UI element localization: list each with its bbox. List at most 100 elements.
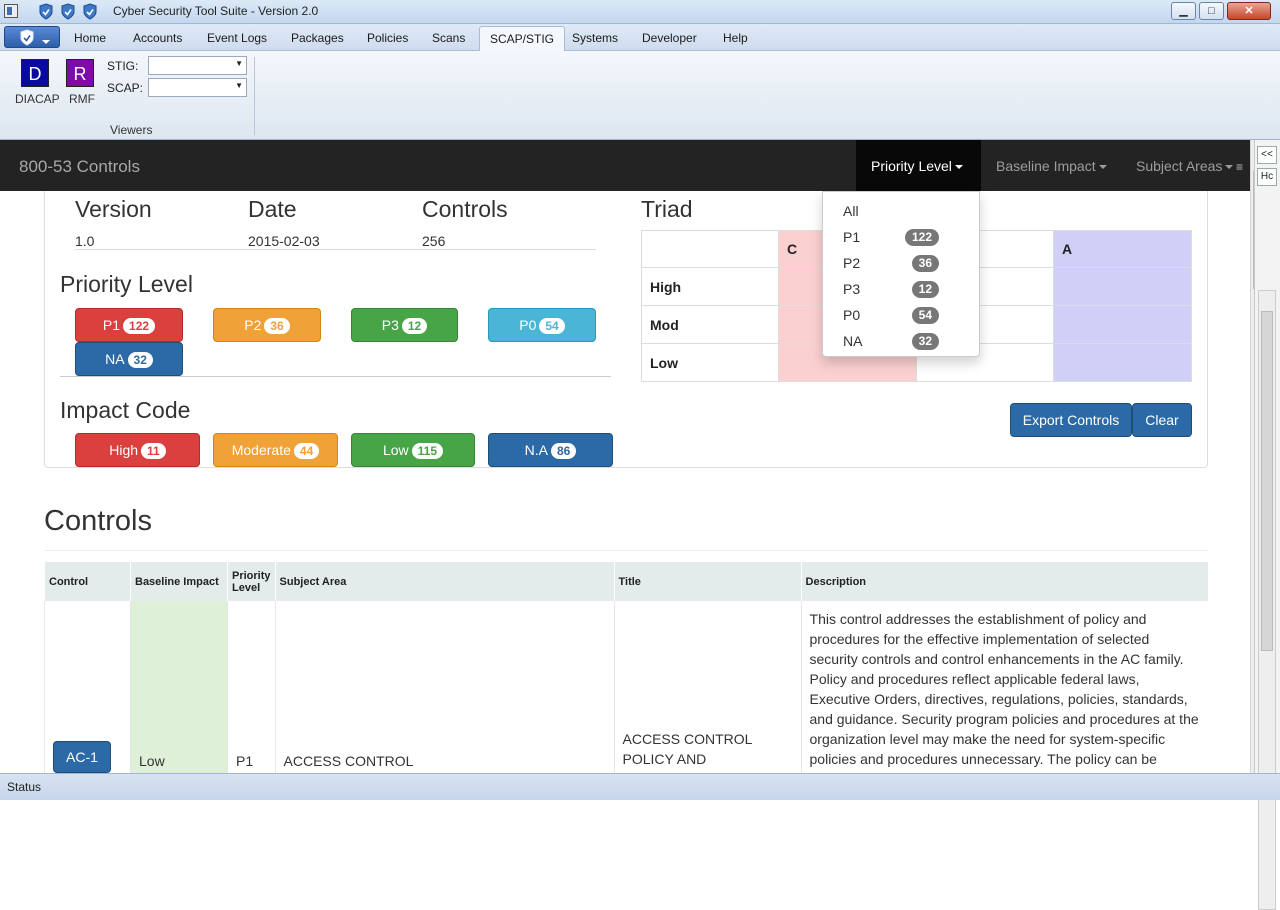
column-header-baseline-impact[interactable]: Baseline Impact: [130, 562, 228, 601]
side-tab[interactable]: Hc: [1257, 168, 1277, 186]
diacap-button[interactable]: D: [21, 59, 49, 87]
maximize-button[interactable]: □: [1199, 2, 1224, 20]
column-header-title[interactable]: Title: [613, 562, 802, 601]
dropdown-item-p0[interactable]: P0 54: [843, 307, 959, 324]
priority-na-button[interactable]: NA 32: [75, 342, 183, 376]
dropdown-item-label: All: [843, 203, 859, 219]
count-badge: 32: [127, 352, 153, 368]
tab-scap-stig[interactable]: SCAP/STIG: [479, 26, 566, 52]
rmf-label: RMF: [69, 92, 95, 106]
stig-combobox[interactable]: ▼: [148, 56, 247, 75]
subject-area-cell: ACCESS CONTROL: [274, 601, 615, 773]
shield-icon[interactable]: [60, 3, 76, 20]
column-header-priority-level[interactable]: Priority Level: [227, 562, 276, 601]
minimize-button[interactable]: ▁: [1171, 2, 1196, 20]
chevron-down-icon: [39, 33, 50, 48]
clear-button[interactable]: Clear: [1132, 403, 1192, 437]
controls-table: Control Baseline Impact Priority Level S…: [44, 562, 1208, 773]
priority-cell: P1: [227, 601, 276, 773]
priority-level-heading: Priority Level: [60, 271, 193, 297]
controls-heading: Controls: [44, 505, 152, 537]
shield-icon[interactable]: [82, 3, 98, 20]
priority-level-menu[interactable]: Priority Level: [856, 140, 981, 191]
triad-heading: Triad: [641, 196, 693, 222]
triad-corner-cell: [641, 230, 779, 268]
tab-packages[interactable]: Packages: [291, 31, 344, 45]
collapse-panel-button[interactable]: <<: [1257, 146, 1277, 164]
table-header-row: Control Baseline Impact Priority Level S…: [44, 562, 1208, 601]
priority-p2-button[interactable]: P2 36: [213, 308, 321, 342]
impact-low-button[interactable]: Low 115: [351, 433, 475, 467]
divider: [44, 550, 1208, 551]
dropdown-item-na[interactable]: NA 32: [843, 333, 959, 350]
priority-p3-button[interactable]: P3 12: [351, 308, 458, 342]
navbar: 800-53 Controls Priority Level Baseline …: [0, 140, 1250, 191]
side-panel: << Hc: [1254, 140, 1280, 910]
window-title: Cyber Security Tool Suite - Version 2.0: [113, 4, 319, 18]
controls-count-value: 256: [422, 233, 446, 249]
version-value: 1.0: [75, 233, 95, 249]
count-badge: 122: [123, 318, 156, 334]
control-id-button[interactable]: AC-1: [53, 741, 111, 773]
tab-event-logs[interactable]: Event Logs: [207, 31, 267, 45]
description-cell: This control addresses the establishment…: [800, 601, 1208, 773]
triad-cell[interactable]: [1053, 267, 1192, 306]
dropdown-item-all[interactable]: All: [843, 203, 859, 219]
count-badge: 54: [911, 307, 939, 324]
priority-p1-button[interactable]: P1 122: [75, 308, 183, 342]
caret-down-icon: [1098, 165, 1107, 170]
column-header-control[interactable]: Control: [44, 562, 131, 601]
tab-policies[interactable]: Policies: [367, 31, 408, 45]
baseline-impact-menu-label: Baseline Impact: [996, 158, 1096, 174]
button-label: N.A: [524, 442, 548, 458]
scap-combobox[interactable]: ▼: [148, 78, 247, 97]
ribbon-separator: [254, 57, 255, 135]
rmf-button[interactable]: R: [66, 59, 94, 87]
priority-p0-button[interactable]: P0 54: [488, 308, 596, 342]
shield-icon[interactable]: [38, 3, 54, 20]
title-bar: Cyber Security Tool Suite - Version 2.0 …: [0, 0, 1280, 24]
tab-developer[interactable]: Developer: [642, 31, 697, 45]
divider: [75, 249, 596, 250]
triad-cell[interactable]: [1053, 305, 1192, 344]
scap-label: SCAP:: [107, 81, 144, 95]
tab-systems[interactable]: Systems: [572, 31, 618, 45]
tab-help[interactable]: Help: [723, 31, 748, 45]
status-text: Status: [7, 780, 42, 794]
triad-cell[interactable]: [1053, 343, 1192, 382]
ribbon: D DIACAP R RMF STIG: ▼ SCAP: ▼ Viewers: [0, 51, 1280, 140]
app-icon: [4, 4, 18, 18]
side-scrollbar[interactable]: [1258, 290, 1276, 910]
tab-scans[interactable]: Scans: [432, 31, 465, 45]
impact-moderate-button[interactable]: Moderate 44: [213, 433, 338, 467]
count-badge: 115: [411, 443, 444, 459]
count-badge: 36: [264, 318, 290, 334]
dropdown-item-p3[interactable]: P3 12: [843, 281, 959, 298]
dropdown-item-p2[interactable]: P2 36: [843, 255, 959, 272]
count-badge: 86: [550, 443, 577, 459]
date-value: 2015-02-03: [248, 233, 320, 249]
baseline-impact-menu[interactable]: Baseline Impact: [996, 140, 1107, 191]
baseline-impact-cell: Low: [130, 601, 228, 773]
column-header-description[interactable]: Description: [800, 562, 1208, 601]
close-button[interactable]: ✕: [1227, 2, 1271, 20]
subject-areas-menu[interactable]: Subject Areas: [1136, 140, 1234, 191]
dropdown-item-p1[interactable]: P1 122: [843, 229, 959, 246]
impact-code-heading: Impact Code: [60, 397, 191, 423]
impact-high-button[interactable]: High 11: [75, 433, 200, 467]
column-header-subject-area[interactable]: Subject Area: [274, 562, 615, 601]
impact-na-button[interactable]: N.A 86: [488, 433, 613, 467]
menu-bar: Home Accounts Event Logs Packages Polici…: [0, 24, 1280, 52]
caret-down-icon: [954, 165, 963, 170]
menu-lines-icon[interactable]: ≡: [1236, 160, 1243, 174]
button-label: P2: [244, 317, 262, 333]
count-badge: 11: [141, 443, 166, 459]
tab-accounts[interactable]: Accounts: [133, 31, 182, 45]
side-scrollbar-thumb[interactable]: [1261, 311, 1273, 651]
navbar-brand[interactable]: 800-53 Controls: [19, 157, 140, 177]
tab-home[interactable]: Home: [74, 31, 106, 45]
count-badge: 54: [539, 318, 565, 334]
application-menu-button[interactable]: [4, 26, 60, 48]
export-controls-button[interactable]: Export Controls: [1010, 403, 1132, 437]
main-content: Version 1.0 Date 2015-02-03 Controls 256…: [0, 191, 1250, 773]
